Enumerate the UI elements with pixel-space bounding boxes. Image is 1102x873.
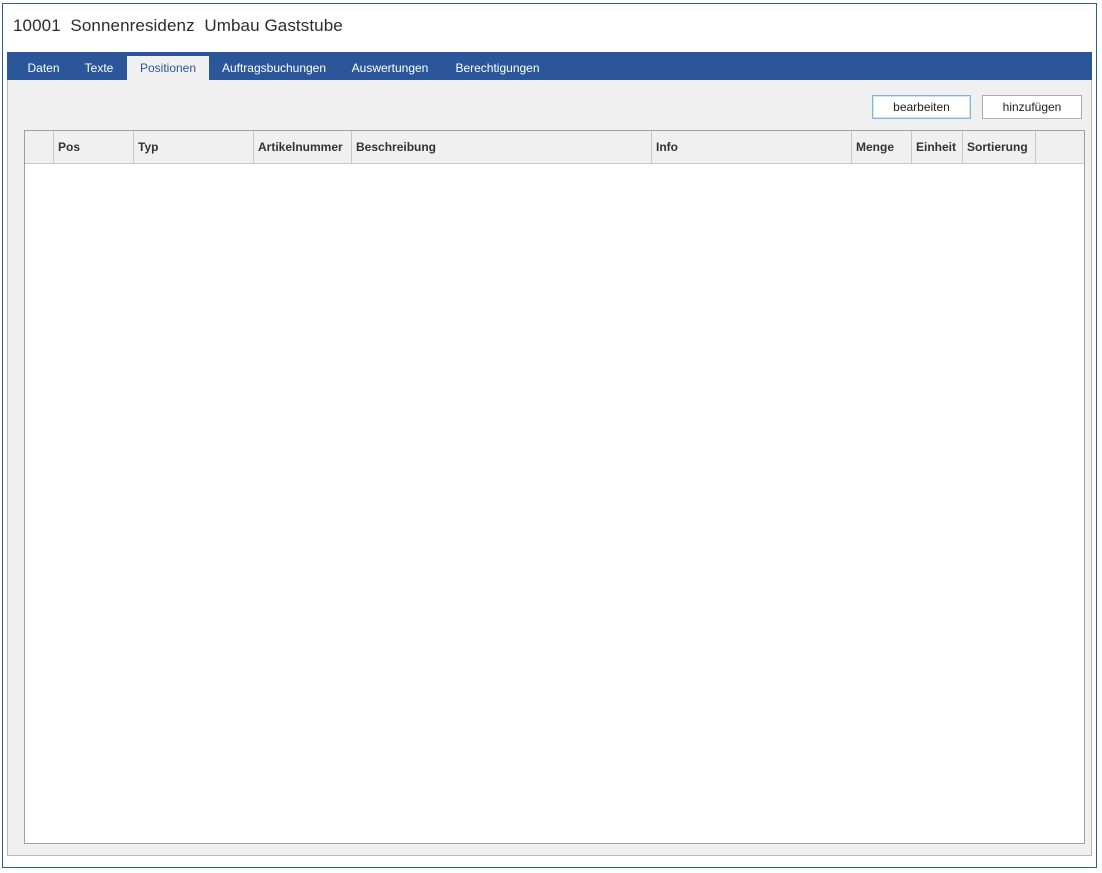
column-header-einheit[interactable]: Einheit	[912, 131, 963, 163]
table-body[interactable]	[25, 164, 1084, 843]
tab-bar: Daten Texte Positionen Auftragsbuchungen…	[7, 52, 1092, 80]
positionen-panel: bearbeiten hinzufügen Pos Typ Artikelnum…	[7, 80, 1092, 856]
column-header-sortierung[interactable]: Sortierung	[963, 131, 1036, 163]
column-header-menge[interactable]: Menge	[852, 131, 912, 163]
tab-texte[interactable]: Texte	[76, 56, 122, 80]
row-selector-header[interactable]	[25, 131, 54, 163]
tab-auftragsbuchungen[interactable]: Auftragsbuchungen	[215, 56, 333, 80]
column-header-filler	[1036, 131, 1084, 163]
window-title: 10001 Sonnenresidenz Umbau Gaststube	[13, 16, 343, 35]
column-header-info[interactable]: Info	[652, 131, 852, 163]
tab-positionen[interactable]: Positionen	[127, 56, 209, 80]
table-header: Pos Typ Artikelnummer Beschreibung Info …	[25, 131, 1084, 164]
column-header-artikelnummer[interactable]: Artikelnummer	[254, 131, 352, 163]
tab-daten[interactable]: Daten	[17, 56, 70, 80]
edit-button[interactable]: bearbeiten	[872, 95, 971, 119]
positions-table[interactable]: Pos Typ Artikelnummer Beschreibung Info …	[24, 130, 1085, 844]
column-header-pos[interactable]: Pos	[54, 131, 134, 163]
tab-berechtigungen[interactable]: Berechtigungen	[447, 56, 548, 80]
add-button[interactable]: hinzufügen	[982, 95, 1082, 119]
column-header-beschreibung[interactable]: Beschreibung	[352, 131, 652, 163]
tab-auswertungen[interactable]: Auswertungen	[344, 56, 436, 80]
column-header-typ[interactable]: Typ	[134, 131, 254, 163]
order-window: 10001 Sonnenresidenz Umbau Gaststube Dat…	[2, 3, 1097, 868]
